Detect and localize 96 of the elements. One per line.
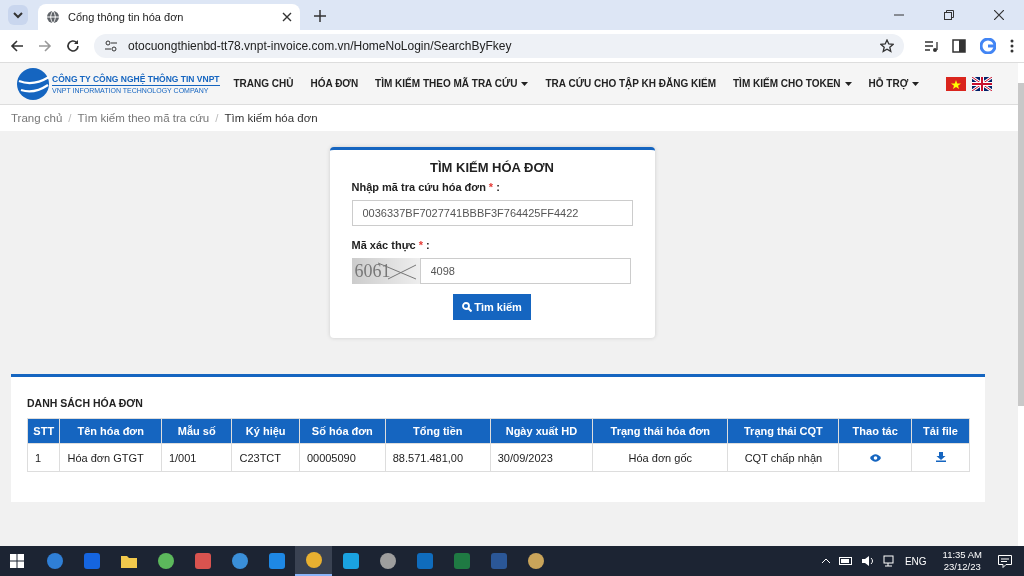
column-header: Thao tác [838,418,912,444]
card-title: TÌM KIẾM HÓA ĐƠN [429,160,555,175]
close-icon[interactable] [994,10,1004,20]
breadcrumb-separator: / [215,112,219,124]
chevron-up-icon[interactable] [820,558,831,564]
app-icon [452,552,471,570]
table-cell: 88.571.481,00 [385,443,491,472]
breadcrumb-link[interactable]: Tìm kiếm theo mã tra cứu [77,112,210,124]
download-icon[interactable] [935,451,946,462]
caret-icon [844,81,852,86]
scrollbar[interactable] [1018,83,1024,406]
clock-time[interactable]: 11:35 AM [942,549,982,561]
url-text: otocuongthienbd-tt78.vnpt-invoice.com.vn/HomeNoLogin/SearchByFkey [128,39,512,53]
app-icon [267,552,286,570]
app-icon [304,551,323,569]
tab-title: Cổng thông tin hóa đơn [68,11,185,23]
battery-icon[interactable] [838,557,853,565]
star-icon[interactable] [880,39,894,53]
column-header: Trạng thái CQT [727,418,839,444]
app-icon [156,552,175,570]
column-header: STT [27,418,60,444]
table-cell: 1 [27,443,60,472]
table-cell: CQT chấp nhận [727,443,839,472]
captcha-text: 6061 [353,260,391,282]
nav-link[interactable]: TRANG CHỦ [233,78,294,89]
reload-icon[interactable] [66,39,80,53]
label-colon: : [426,239,430,251]
caret-icon [912,81,920,86]
lookup-code-field[interactable]: 0036337BF7027741BBBF3F764425FF4422 [351,200,633,226]
search-button[interactable]: Tìm kiếm [453,294,531,320]
table-cell: 30/09/2023 [490,443,593,472]
required-mark: * [418,239,423,251]
media-icon[interactable] [924,39,938,53]
column-header: Mẫu số [161,418,232,444]
caret-icon [521,81,529,86]
breadcrumb-separator: / [68,112,72,124]
nav-link[interactable]: HÓA ĐƠN [310,78,359,89]
label-colon: : [496,181,500,193]
app-icon [526,552,545,570]
table-cell: Hóa đơn gốc [592,443,728,472]
app-icon [45,552,64,570]
app-icon [230,552,249,570]
table-cell: 00005090 [299,443,386,472]
back-icon[interactable] [10,39,24,53]
app-icon [415,552,434,570]
new-tab-icon[interactable] [314,10,326,22]
windows-start-icon[interactable] [10,554,24,568]
company-name: CÔNG TY CÔNG NGHỆ THÔNG TIN VNPT [52,73,220,86]
table-cell: Hóa đơn GTGT [59,443,162,472]
field-label: Mã xác thực [351,239,416,251]
notifications-icon[interactable] [998,554,1012,568]
column-header: Tên hóa đơn [59,418,162,444]
table-cell: C23TCT [231,443,300,472]
app-icon [193,552,212,570]
close-icon[interactable] [282,12,292,22]
nav-link[interactable]: TRA CỨU CHO TẬP KH ĐĂNG KIỂM [545,78,716,89]
profile-icon[interactable] [980,38,996,54]
column-header: Tải file [911,418,970,444]
breadcrumb-link[interactable]: Tìm kiếm hóa đơn [224,112,318,124]
list-title: DANH SÁCH HÓA ĐƠN [27,397,144,409]
address-field[interactable]: otocuongthienbd-tt78.vnpt-invoice.com.vn/HomeNoLogin/SearchByFkey [94,34,904,58]
field-label: Nhập mã tra cứu hóa đơn [351,181,486,193]
required-mark: * [488,181,494,193]
nav-link[interactable]: TÌM KIẾM CHO TOKEN [733,78,852,89]
taskbar-app[interactable] [295,546,332,576]
breadcrumb-link[interactable]: Trang chủ [11,112,63,124]
column-header: Ký hiệu [231,418,300,444]
tab-list-icon[interactable] [8,5,28,25]
search-icon [462,302,473,312]
language-indicator[interactable]: ENG [904,555,927,567]
vietnam-flag-icon[interactable] [946,76,967,91]
column-header: Trạng thái hóa đơn [592,418,728,444]
restore-icon[interactable] [944,10,954,20]
more-icon[interactable] [1010,39,1014,53]
app-icon [489,552,508,570]
app-icon [82,552,101,570]
table-cell: 1/001 [161,443,232,472]
app-icon [341,552,360,570]
nav-link[interactable]: HỖ TRỢ [868,78,920,89]
speaker-icon[interactable] [860,555,875,567]
network-icon[interactable] [882,555,897,567]
column-header: Số hóa đơn [299,418,386,444]
clock-date[interactable]: 23/12/23 [943,561,981,573]
globe-logo-icon [16,66,50,101]
forward-icon[interactable] [38,39,52,53]
side-panel-icon[interactable] [952,39,966,53]
browser-tab[interactable]: Cổng thông tin hóa đơn [38,4,300,30]
captcha-field[interactable]: 4098 [419,258,631,284]
column-header: Tổng tiền [385,418,491,444]
globe-icon [46,10,60,24]
app-icon [378,552,397,570]
eye-icon[interactable] [869,453,881,462]
site-info-icon[interactable] [104,39,118,53]
uk-flag-icon[interactable] [972,76,993,91]
column-header: Ngày xuất HD [490,418,593,444]
nav-link[interactable]: TÌM KIẾM THEO MÃ TRA CỨU [375,78,529,89]
